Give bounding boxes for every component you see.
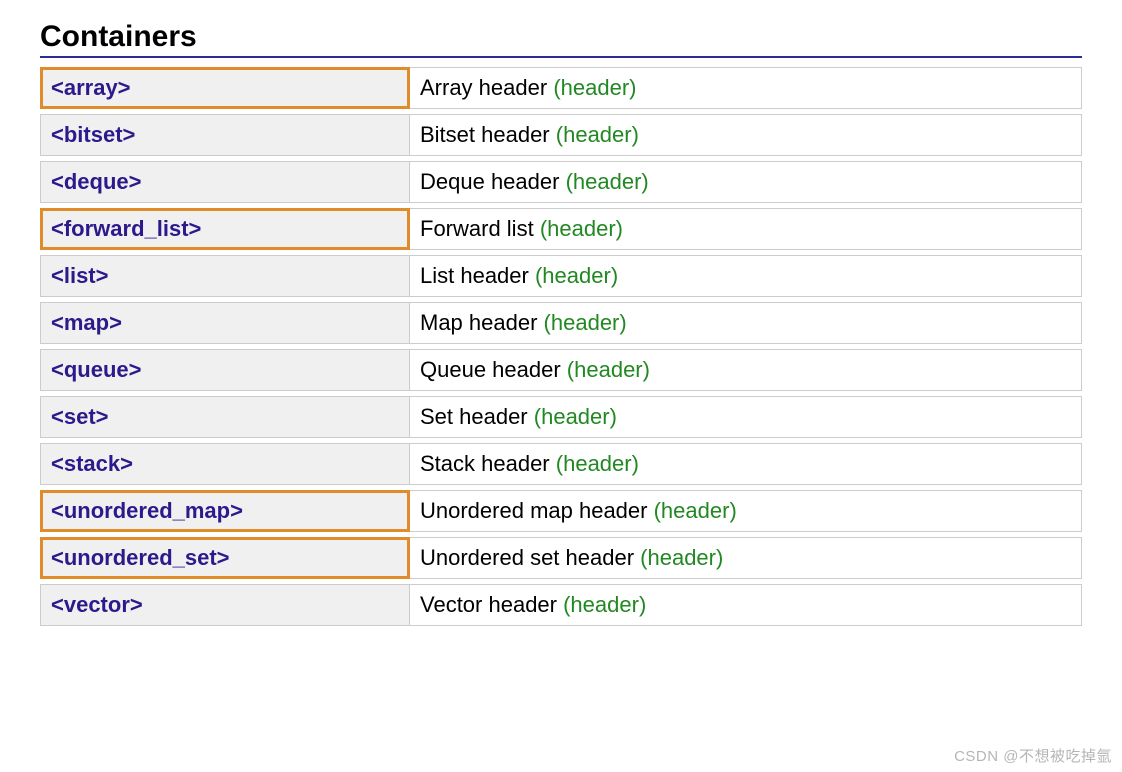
header-desc: Map header (header): [410, 302, 1082, 344]
header-name-link[interactable]: <unordered_map>: [40, 490, 410, 532]
header-desc-cell: Array header (header): [410, 62, 1082, 109]
containers-table: <array>Array header (header)<bitset>Bits…: [40, 62, 1082, 626]
header-desc-text: Stack header: [420, 451, 550, 477]
table-row: <set>Set header (header): [40, 391, 1082, 438]
header-name-link[interactable]: <stack>: [40, 443, 410, 485]
header-desc: Unordered map header (header): [410, 490, 1082, 532]
header-desc-text: Unordered map header: [420, 498, 647, 524]
header-desc-text: Deque header: [420, 169, 559, 195]
table-row: <vector>Vector header (header): [40, 579, 1082, 626]
header-type-label: (header): [654, 498, 737, 524]
header-desc-cell: Forward list (header): [410, 203, 1082, 250]
header-desc-cell: List header (header): [410, 250, 1082, 297]
header-type-label: (header): [544, 310, 627, 336]
section-heading: Containers: [40, 20, 1082, 58]
table-row: <array>Array header (header): [40, 62, 1082, 109]
header-name-link[interactable]: <vector>: [40, 584, 410, 626]
header-desc-cell: Set header (header): [410, 391, 1082, 438]
header-name-cell: <array>: [40, 62, 410, 109]
header-desc: Queue header (header): [410, 349, 1082, 391]
header-desc-text: Bitset header: [420, 122, 550, 148]
header-type-label: (header): [563, 592, 646, 618]
table-row: <unordered_map>Unordered map header (hea…: [40, 485, 1082, 532]
table-row: <queue>Queue header (header): [40, 344, 1082, 391]
table-row: <stack>Stack header (header): [40, 438, 1082, 485]
header-desc-text: Vector header: [420, 592, 557, 618]
header-desc-text: Set header: [420, 404, 528, 430]
header-desc-cell: Stack header (header): [410, 438, 1082, 485]
header-name-cell: <deque>: [40, 156, 410, 203]
header-type-label: (header): [535, 263, 618, 289]
header-name-cell: <unordered_set>: [40, 532, 410, 579]
header-name-link[interactable]: <queue>: [40, 349, 410, 391]
header-type-label: (header): [534, 404, 617, 430]
header-type-label: (header): [553, 75, 636, 101]
header-desc: Forward list (header): [410, 208, 1082, 250]
header-name-cell: <map>: [40, 297, 410, 344]
header-desc: Array header (header): [410, 67, 1082, 109]
header-name-cell: <vector>: [40, 579, 410, 626]
header-desc-cell: Deque header (header): [410, 156, 1082, 203]
header-name-cell: <list>: [40, 250, 410, 297]
header-desc-text: Forward list: [420, 216, 534, 242]
header-name-link[interactable]: <array>: [40, 67, 410, 109]
table-row: <bitset>Bitset header (header): [40, 109, 1082, 156]
header-name-link[interactable]: <map>: [40, 302, 410, 344]
header-type-label: (header): [566, 169, 649, 195]
containers-table-body: <array>Array header (header)<bitset>Bits…: [40, 62, 1082, 626]
table-row: <list>List header (header): [40, 250, 1082, 297]
header-desc-text: List header: [420, 263, 529, 289]
header-name-link[interactable]: <forward_list>: [40, 208, 410, 250]
header-desc-cell: Unordered map header (header): [410, 485, 1082, 532]
header-desc: Set header (header): [410, 396, 1082, 438]
header-name-link[interactable]: <set>: [40, 396, 410, 438]
header-name-link[interactable]: <deque>: [40, 161, 410, 203]
header-type-label: (header): [640, 545, 723, 571]
header-type-label: (header): [540, 216, 623, 242]
header-type-label: (header): [567, 357, 650, 383]
header-name-cell: <stack>: [40, 438, 410, 485]
header-desc: Stack header (header): [410, 443, 1082, 485]
header-desc: Bitset header (header): [410, 114, 1082, 156]
header-name-cell: <set>: [40, 391, 410, 438]
header-name-cell: <unordered_map>: [40, 485, 410, 532]
header-desc: Unordered set header (header): [410, 537, 1082, 579]
table-row: <forward_list>Forward list (header): [40, 203, 1082, 250]
header-desc-cell: Unordered set header (header): [410, 532, 1082, 579]
header-desc: Deque header (header): [410, 161, 1082, 203]
header-desc-cell: Queue header (header): [410, 344, 1082, 391]
header-desc-text: Unordered set header: [420, 545, 634, 571]
watermark-text: CSDN @不想被吃掉氩: [954, 745, 1112, 766]
header-desc-cell: Vector header (header): [410, 579, 1082, 626]
header-desc: Vector header (header): [410, 584, 1082, 626]
header-name-link[interactable]: <list>: [40, 255, 410, 297]
header-type-label: (header): [556, 451, 639, 477]
header-name-cell: <bitset>: [40, 109, 410, 156]
header-desc: List header (header): [410, 255, 1082, 297]
header-name-cell: <forward_list>: [40, 203, 410, 250]
header-desc-text: Queue header: [420, 357, 561, 383]
header-type-label: (header): [556, 122, 639, 148]
header-desc-text: Array header: [420, 75, 547, 101]
header-name-link[interactable]: <bitset>: [40, 114, 410, 156]
table-row: <map>Map header (header): [40, 297, 1082, 344]
table-row: <deque>Deque header (header): [40, 156, 1082, 203]
header-name-cell: <queue>: [40, 344, 410, 391]
header-desc-cell: Bitset header (header): [410, 109, 1082, 156]
table-row: <unordered_set>Unordered set header (hea…: [40, 532, 1082, 579]
header-name-link[interactable]: <unordered_set>: [40, 537, 410, 579]
header-desc-text: Map header: [420, 310, 537, 336]
header-desc-cell: Map header (header): [410, 297, 1082, 344]
